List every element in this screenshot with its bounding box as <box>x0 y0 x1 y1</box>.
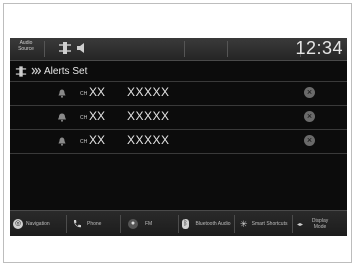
nav-label: Navigation <box>26 221 50 227</box>
delete-alert-icon[interactable]: × <box>304 87 315 98</box>
alert-row[interactable]: CH XX XXXXX × <box>10 81 347 105</box>
nav-divider <box>178 215 179 233</box>
nav-label: Bluetooth Audio <box>195 221 231 227</box>
status-divider <box>184 41 185 57</box>
nav-phone-button[interactable]: Phone <box>72 211 101 236</box>
delete-alert-icon[interactable]: × <box>304 111 315 122</box>
status-divider <box>44 41 45 57</box>
channel-number: XX <box>89 109 106 123</box>
nav-navigation-button[interactable]: ◎ Navigation <box>13 211 50 236</box>
bluetooth-icon: ᛒ <box>182 219 189 229</box>
bell-icon <box>58 113 66 122</box>
alert-row[interactable]: CH XX XXXXX × <box>10 105 347 129</box>
channel-number: XX <box>89 133 106 147</box>
nav-divider <box>292 215 293 233</box>
audio-source-button[interactable]: Audio Source <box>15 40 37 52</box>
page-title: Alerts Set <box>44 65 88 77</box>
nav-label: FM <box>145 221 153 227</box>
delete-alert-icon[interactable]: × <box>304 135 315 146</box>
nav-divider <box>120 215 121 233</box>
channel-number: XX <box>89 85 106 99</box>
nav-label: Smart Shortcuts <box>251 221 288 227</box>
channel-prefix: CH <box>80 91 88 97</box>
status-icons <box>58 42 85 54</box>
alert-name: XXXXX <box>127 109 170 123</box>
status-bar: Audio Source 12:34 <box>10 38 347 61</box>
radio-icon: ● <box>128 219 138 229</box>
alert-name: XXXXX <box>127 85 170 99</box>
display-mode-icon: ◂▸ <box>297 221 304 228</box>
phone-icon <box>73 220 81 228</box>
bell-icon <box>58 89 66 98</box>
shortcuts-icon: ✳ <box>240 218 248 229</box>
audio-source-label: Audio Source <box>18 40 34 52</box>
status-divider <box>227 41 228 57</box>
nav-label: Phone <box>87 221 102 227</box>
satellite-radio-icon <box>59 42 71 54</box>
nav-divider <box>234 215 235 233</box>
channel-prefix: CH <box>80 139 88 145</box>
satellite-radio-icon <box>15 65 27 77</box>
nav-label: Display Mode <box>311 218 329 230</box>
nav-smart-shortcuts-button[interactable]: ✳ Smart Shortcuts <box>240 211 288 236</box>
channel-prefix: CH <box>80 115 88 121</box>
nav-display-mode-button[interactable]: ◂▸ Display Mode <box>297 211 333 236</box>
bottom-nav-bar: ◎ Navigation Phone ● FM ᛒ Bluetooth Audi… <box>10 210 347 236</box>
alert-row[interactable]: CH XX XXXXX × <box>10 129 347 154</box>
navigation-icon: ◎ <box>13 219 23 229</box>
clock: 12:34 <box>295 38 343 58</box>
infotainment-screen: Audio Source 12:34 Alerts Set CH XX XXXX… <box>10 38 347 236</box>
alert-name: XXXXX <box>127 133 170 147</box>
nav-fm-button[interactable]: ● FM <box>128 211 152 236</box>
nav-divider <box>66 215 67 233</box>
volume-icon <box>77 43 84 53</box>
bell-icon <box>58 137 66 146</box>
title-bar: Alerts Set <box>10 61 347 81</box>
nav-bluetooth-audio-button[interactable]: ᛒ Bluetooth Audio <box>182 211 231 236</box>
signal-waves-icon <box>31 67 41 75</box>
